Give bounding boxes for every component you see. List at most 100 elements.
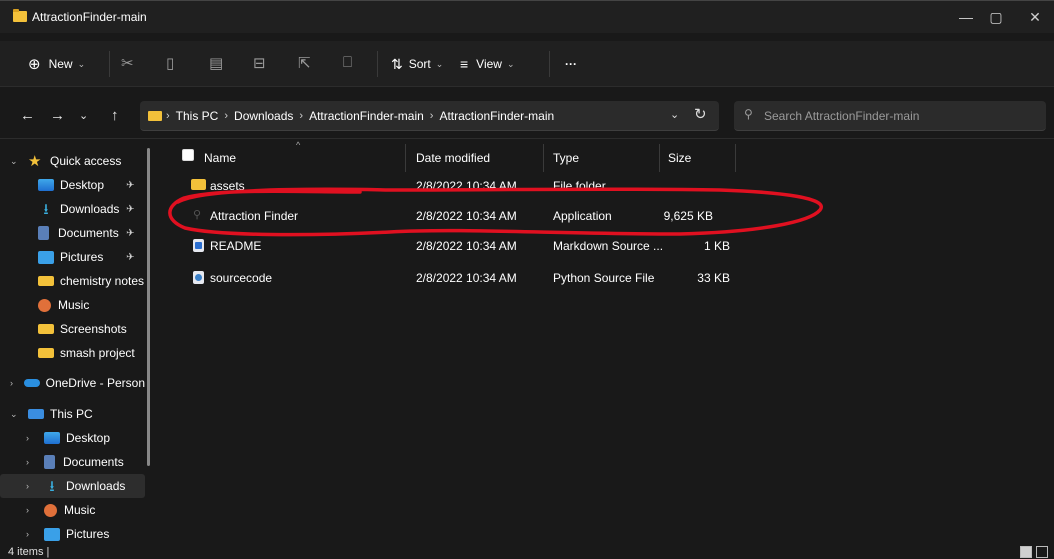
sidebar-item-this-pc[interactable]: ⌄ This PC xyxy=(0,402,145,426)
chevron-down-icon[interactable]: ⌄ xyxy=(10,156,22,167)
select-all-checkbox[interactable] xyxy=(182,149,194,161)
file-date: 2/8/2022 10:34 AM xyxy=(416,209,517,223)
sidebar-item-label: Desktop xyxy=(60,178,105,192)
add-circle-icon: ⊕ xyxy=(28,56,41,73)
more-options-button[interactable]: ··· xyxy=(565,53,577,75)
navigation-pane: ⌄ ★ Quick access Desktop ✈ ⭳ Downloads ✈… xyxy=(0,140,152,545)
pin-icon: ✈ xyxy=(126,251,135,263)
pin-icon: ✈ xyxy=(126,227,135,239)
view-button-label: View xyxy=(476,57,502,71)
table-row[interactable]: ⚲ Attraction Finder 2/8/2022 10:34 AM Ap… xyxy=(160,204,1050,228)
chevron-right-icon[interactable]: › xyxy=(26,529,38,539)
chevron-right-icon[interactable]: › xyxy=(26,457,38,467)
chevron-right-icon[interactable]: › xyxy=(26,433,38,443)
breadcrumb-separator: › xyxy=(166,110,170,122)
chevron-down-icon: ⌄ xyxy=(77,58,86,69)
paste-icon[interactable]: ▤ xyxy=(209,54,223,72)
breadcrumb-separator: › xyxy=(224,110,229,122)
maximize-button[interactable]: ▢ xyxy=(984,5,1008,29)
sort-button[interactable]: ⇅ Sort ⌄ xyxy=(391,53,443,75)
breadcrumb-attractionfinder-main-current[interactable]: AttractionFinder-main xyxy=(439,109,554,123)
sidebar-item-desktop[interactable]: Desktop ✈ xyxy=(0,173,145,197)
sidebar-item-pc-desktop[interactable]: › Desktop xyxy=(0,426,145,450)
share-icon[interactable]: ⇱ xyxy=(298,54,311,72)
chevron-right-icon[interactable]: › xyxy=(26,481,38,491)
breadcrumb-this-pc[interactable]: This PC xyxy=(176,109,219,123)
sidebar-item-pictures[interactable]: Pictures ✈ xyxy=(0,245,145,269)
up-button[interactable]: ↑ xyxy=(111,107,119,124)
breadcrumb-downloads[interactable]: Downloads xyxy=(234,109,293,123)
sidebar-item-chemistry-notes[interactable]: chemistry notes xyxy=(0,269,145,293)
sidebar-item-label: Music xyxy=(58,298,90,312)
sidebar-item-smash-project[interactable]: smash project xyxy=(0,341,145,365)
column-header-type[interactable]: Type xyxy=(553,144,579,172)
minimize-button[interactable]: — xyxy=(954,5,978,29)
details-view-icon[interactable] xyxy=(1020,546,1032,558)
breadcrumb-attractionfinder-main[interactable]: AttractionFinder-main xyxy=(309,109,424,123)
back-button[interactable]: ← xyxy=(20,107,35,124)
chevron-right-icon[interactable]: › xyxy=(26,505,38,515)
chevron-down-icon[interactable]: ⌄ xyxy=(10,409,22,420)
search-input[interactable] xyxy=(764,106,1034,126)
close-button[interactable]: ✕ xyxy=(1023,5,1047,29)
chevron-right-icon[interactable]: › xyxy=(10,378,18,388)
file-size: 33 KB xyxy=(697,271,730,285)
column-divider[interactable] xyxy=(543,144,544,172)
toolbar-divider xyxy=(109,51,110,77)
search-box[interactable]: ⚲ xyxy=(734,101,1046,131)
copy-icon[interactable]: ▯ xyxy=(166,54,174,72)
sidebar-item-documents[interactable]: Documents ✈ xyxy=(0,221,145,245)
column-divider[interactable] xyxy=(735,144,736,172)
recent-locations-button[interactable]: ⌄ xyxy=(79,109,88,122)
sort-button-label: Sort xyxy=(408,57,431,71)
red-annotation-circle xyxy=(168,187,824,237)
forward-button[interactable]: → xyxy=(50,107,65,124)
delete-icon[interactable]: ⎕ xyxy=(343,54,352,71)
status-bar: 4 items | xyxy=(0,545,1054,559)
navigation-scrollbar[interactable] xyxy=(147,148,150,466)
pc-icon xyxy=(28,409,44,419)
table-row[interactable]: sourcecode 2/8/2022 10:34 AM Python Sour… xyxy=(160,266,1050,290)
file-date: 2/8/2022 10:34 AM xyxy=(416,271,517,285)
file-name: sourcecode xyxy=(210,271,273,285)
file-type: Python Source File xyxy=(553,271,655,285)
table-row[interactable]: assets 2/8/2022 10:34 AM File folder xyxy=(160,174,1050,198)
new-button[interactable]: ⊕ New ⌄ xyxy=(28,53,85,75)
column-divider[interactable] xyxy=(405,144,406,172)
sidebar-item-onedrive[interactable]: › OneDrive - Person xyxy=(0,371,145,395)
refresh-button[interactable]: ↻ xyxy=(694,105,707,123)
address-bar[interactable]: › This PC › Downloads › AttractionFinder… xyxy=(140,101,719,131)
file-date: 2/8/2022 10:34 AM xyxy=(416,239,517,253)
table-row[interactable]: README 2/8/2022 10:34 AM Markdown Source… xyxy=(160,234,1050,258)
pin-icon: ✈ xyxy=(126,179,135,191)
sidebar-item-pc-pictures[interactable]: › Pictures xyxy=(0,522,145,546)
toolbar-divider xyxy=(377,51,378,77)
sidebar-item-label: Pictures xyxy=(66,527,110,541)
tiles-view-icon[interactable] xyxy=(1036,546,1048,558)
sidebar-item-pc-downloads[interactable]: › ⭳ Downloads xyxy=(0,474,145,498)
sidebar-item-screenshots[interactable]: Screenshots xyxy=(0,317,145,341)
markdown-file-icon xyxy=(193,239,204,252)
cut-icon[interactable]: ✂ xyxy=(121,54,134,72)
column-header-size[interactable]: Size xyxy=(668,144,691,172)
sidebar-item-quick-access[interactable]: ⌄ ★ Quick access xyxy=(0,149,145,173)
file-size: 1 KB xyxy=(703,239,730,253)
sidebar-item-pc-documents[interactable]: › Documents xyxy=(0,450,145,474)
sidebar-item-label: This PC xyxy=(50,407,93,421)
column-header-date-modified[interactable]: Date modified xyxy=(416,144,490,172)
sidebar-item-label: Screenshots xyxy=(60,322,127,336)
column-divider[interactable] xyxy=(659,144,660,172)
address-row: ← → ⌄ ↑ › This PC › Downloads › Attracti… xyxy=(0,93,1054,139)
sidebar-item-pc-music[interactable]: › Music xyxy=(0,498,145,522)
folder-icon xyxy=(38,276,54,286)
sidebar-item-downloads[interactable]: ⭳ Downloads ✈ xyxy=(0,197,145,221)
folder-icon xyxy=(148,111,162,121)
file-name: assets xyxy=(210,179,245,193)
address-dropdown-button[interactable]: ⌄ xyxy=(670,108,679,121)
breadcrumb: › This PC › Downloads › AttractionFinder… xyxy=(148,109,554,123)
rename-icon[interactable]: ⊟ xyxy=(253,54,266,72)
sidebar-item-music[interactable]: Music xyxy=(0,293,145,317)
view-button[interactable]: ≡ View ⌄ xyxy=(460,53,515,75)
column-header-name[interactable]: Name xyxy=(204,144,236,172)
desktop-icon xyxy=(38,179,54,191)
